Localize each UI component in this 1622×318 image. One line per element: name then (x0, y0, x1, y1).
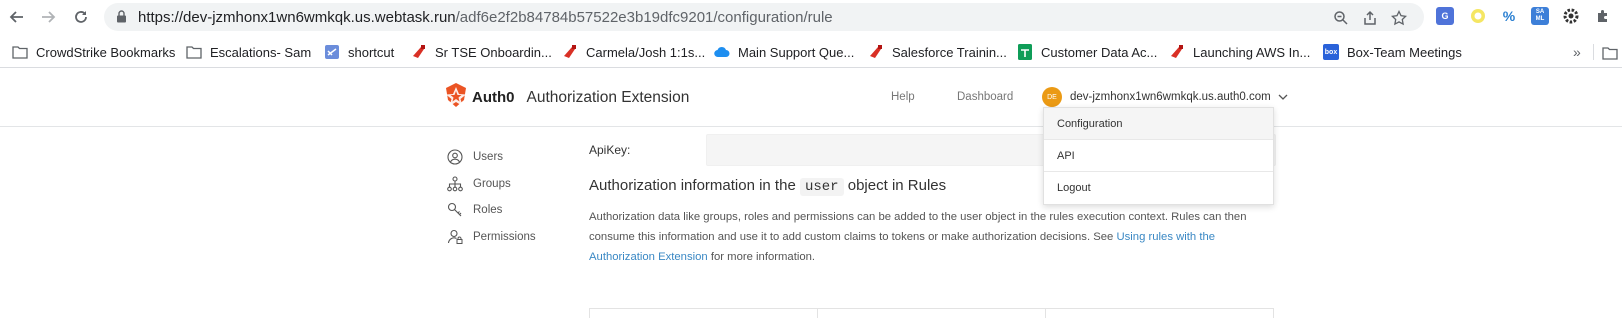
bookmark-label: Customer Data Ac... (1041, 44, 1158, 60)
auth0-logo-icon (445, 83, 467, 112)
zoom-icon[interactable] (1331, 8, 1351, 28)
other-bookmarks-folder-icon[interactable] (1602, 46, 1618, 65)
hierarchy-icon (447, 176, 463, 192)
bookmark-carmela[interactable]: Carmela/Josh 1:1s... (562, 41, 705, 63)
table-cell (590, 309, 818, 318)
brand[interactable]: Auth0 Authorization Extension (445, 83, 689, 112)
folder-icon (12, 44, 28, 60)
gear-extension-icon[interactable] (1562, 7, 1580, 25)
shortcut-icon (324, 44, 340, 60)
browser-toolbar: https://dev-jzmhonx1wn6wmkqk.us.webtask.… (0, 0, 1622, 34)
table-cell (818, 309, 1046, 318)
dashboard-link[interactable]: Dashboard (957, 91, 1013, 103)
folder-icon (186, 44, 202, 60)
tenant-menu[interactable]: DE dev-jzmhonx1wn6wmkqk.us.auth0.com (1042, 87, 1288, 107)
bookmark-main-support[interactable]: Main Support Que... (714, 41, 854, 63)
sidebar-item-roles[interactable]: Roles (447, 200, 502, 220)
highlight-extension-icon[interactable] (1469, 7, 1487, 25)
help-link[interactable]: Help (891, 91, 915, 103)
table-cell (1046, 309, 1273, 318)
forward-arrow-icon[interactable] (37, 6, 59, 28)
bookmark-customer-data[interactable]: Customer Data Ac... (1017, 41, 1157, 63)
menu-item-api[interactable]: API (1044, 140, 1273, 172)
bookmark-label: Carmela/Josh 1:1s... (586, 44, 706, 60)
chevron-down-icon (1278, 88, 1288, 106)
heading-post: object in Rules (847, 177, 947, 194)
app-header: Auth0 Authorization Extension Help Dashb… (0, 69, 1622, 127)
address-bar[interactable]: https://dev-jzmhonx1wn6wmkqk.us.webtask.… (104, 3, 1424, 31)
tenant-dropdown-menu: Configuration API Logout (1043, 107, 1274, 205)
url-text[interactable]: https://dev-jzmhonx1wn6wmkqk.us.webtask.… (138, 9, 833, 26)
more-bookmarks-chevron-icon[interactable]: » (1573, 44, 1581, 60)
bookmark-shortcut[interactable]: shortcut (324, 41, 394, 63)
percent-extension-icon[interactable]: % (1500, 7, 1518, 25)
bookmark-label: Sr TSE Onboardin... (435, 44, 552, 60)
url-path: /adf6e2f2b84784b57522e3b19dfc9201/config… (455, 9, 833, 26)
bookmark-label: shortcut (348, 44, 395, 60)
avatar: DE (1042, 87, 1062, 107)
key-icon (447, 202, 463, 218)
lock-icon[interactable] (116, 10, 127, 28)
user-circle-icon (447, 149, 463, 165)
para-end: for more information. (707, 251, 816, 263)
sidebar-item-label: Permissions (473, 231, 536, 243)
box-icon: box (1323, 44, 1339, 60)
sheets-icon (1017, 44, 1033, 60)
back-arrow-icon[interactable] (6, 6, 28, 28)
bookmark-launching-aws[interactable]: Launching AWS In... (1169, 41, 1310, 63)
bookmark-label: Salesforce Trainin... (892, 44, 1007, 60)
reload-icon[interactable] (70, 6, 92, 28)
bookmark-salesforce-training[interactable]: Salesforce Trainin... (868, 41, 1007, 63)
sidebar-item-label: Users (473, 151, 504, 163)
menu-item-logout[interactable]: Logout (1044, 172, 1273, 204)
cloud-icon (714, 44, 730, 60)
sidebar-item-permissions[interactable]: Permissions (447, 227, 536, 247)
user-lock-icon (447, 229, 463, 245)
brand-name: Auth0 (472, 89, 515, 106)
puzzle-extensions-icon[interactable] (1594, 7, 1612, 25)
heading-pre: Authorization information in the (589, 177, 796, 194)
bookmark-label: Escalations- Sam (210, 44, 312, 60)
saml-extension-icon[interactable]: SA ML (1531, 7, 1549, 25)
salesforce-icon (1169, 44, 1185, 60)
bookmark-escalations[interactable]: Escalations- Sam (186, 41, 311, 63)
apikey-label: ApiKey: (589, 143, 631, 157)
bookmark-star-icon[interactable] (1389, 8, 1409, 28)
sidebar-item-users[interactable]: Users (447, 147, 503, 167)
bookmark-label: Launching AWS In... (1193, 44, 1311, 60)
bookmark-box-team[interactable]: box Box-Team Meetings (1323, 41, 1462, 63)
url-host: https://dev-jzmhonx1wn6wmkqk.us.webtask.… (138, 9, 456, 26)
bookmark-sr-tse[interactable]: Sr TSE Onboardin... (411, 41, 552, 63)
salesforce-icon (411, 44, 427, 60)
app-title: Authorization Extension (526, 88, 690, 106)
rules-description: Authorization data like groups, roles an… (589, 207, 1259, 267)
bookmarks-divider (1593, 44, 1594, 60)
translate-extension-icon[interactable]: G (1436, 7, 1454, 25)
tenant-name: dev-jzmhonx1wn6wmkqk.us.auth0.com (1070, 91, 1271, 103)
salesforce-icon (868, 44, 884, 60)
bookmark-label: Box-Team Meetings (1347, 44, 1462, 60)
rules-heading: Authorization information in the user ob… (589, 177, 947, 196)
salesforce-icon (562, 44, 578, 60)
sidebar-item-label: Roles (473, 204, 503, 216)
share-icon[interactable] (1360, 8, 1380, 28)
sidebar-item-label: Groups (473, 178, 511, 190)
sidebar-item-groups[interactable]: Groups (447, 174, 511, 194)
heading-code: user (799, 178, 844, 196)
rules-table (589, 308, 1274, 318)
bookmarks-bar: CrowdStrike Bookmarks Escalations- Sam s… (0, 36, 1622, 68)
bookmark-label: CrowdStrike Bookmarks (36, 44, 176, 60)
bookmark-crowdstrike[interactable]: CrowdStrike Bookmarks (12, 41, 175, 63)
bookmark-label: Main Support Que... (738, 44, 855, 60)
menu-item-configuration[interactable]: Configuration (1044, 108, 1273, 140)
